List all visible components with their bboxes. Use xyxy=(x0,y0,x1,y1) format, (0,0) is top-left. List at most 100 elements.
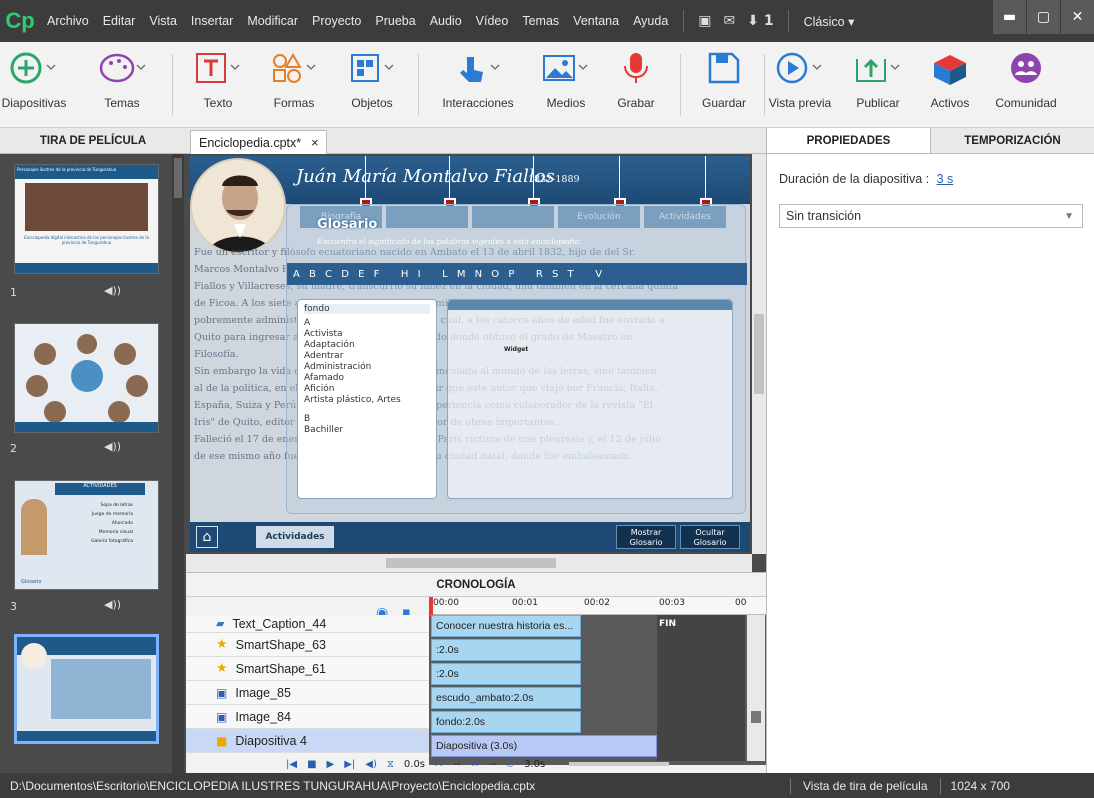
tab-propiedades[interactable]: PROPIEDADES xyxy=(767,128,931,153)
timeline-ruler[interactable]: 00:00 00:01 00:02 00:03 00 xyxy=(429,597,766,615)
activos-button[interactable]: Activos xyxy=(912,46,988,110)
objects-icon xyxy=(351,54,394,82)
glossary-search-input[interactable]: fondo xyxy=(304,304,430,314)
formas-button[interactable]: Formas xyxy=(256,46,332,110)
timeline-bar[interactable]: :2.0s xyxy=(431,639,581,661)
tab-temporizacion[interactable]: TEMPORIZACIÓN xyxy=(931,128,1094,153)
timeline-vscroll[interactable] xyxy=(747,615,765,761)
workspace-dropdown[interactable]: Clásico ▾ xyxy=(797,14,862,29)
timeline-row[interactable]: ★ SmartShape_63 xyxy=(186,633,429,657)
alphabet-bar[interactable]: A B C D E F H I L M N O P R S T V xyxy=(287,263,747,285)
window-controls: ▬ ▢ ✕ xyxy=(992,0,1094,34)
menu-video[interactable]: Vídeo xyxy=(469,14,516,28)
menu-audio[interactable]: Audio xyxy=(423,14,469,28)
timeline-row[interactable]: ▣ Image_85 xyxy=(186,681,429,705)
play-icon[interactable]: ▶ xyxy=(327,759,335,770)
mail-icon[interactable]: ✉ xyxy=(718,13,742,29)
audio-icon[interactable]: ◀) xyxy=(365,759,377,770)
audio-icon[interactable]: ◀)) xyxy=(104,598,121,611)
stage-vscroll[interactable] xyxy=(752,154,766,554)
temas-button[interactable]: Temas xyxy=(84,46,160,110)
maximize-icon[interactable]: ▢ xyxy=(1026,0,1060,34)
close-tab-icon[interactable]: × xyxy=(311,136,318,150)
glossary-list[interactable]: fondo A Activista Adaptación Adentrar Ad… xyxy=(297,299,437,499)
menu-vista[interactable]: Vista xyxy=(142,14,184,28)
diapositivas-button[interactable]: Diapositivas xyxy=(0,46,72,110)
interacciones-button[interactable]: Interacciones xyxy=(440,46,516,110)
filmstrip-scroll-thumb[interactable] xyxy=(174,158,182,198)
document-tab[interactable]: Enciclopedia.cptx* × xyxy=(190,130,328,154)
slide-thumb-2[interactable] xyxy=(14,323,159,433)
slide-thumb-4-selected[interactable] xyxy=(14,634,159,744)
duracion-value[interactable]: 3 s xyxy=(937,172,954,186)
menu-temas[interactable]: Temas xyxy=(515,14,566,28)
glossary-item[interactable]: Administración xyxy=(304,362,430,373)
slide-canvas[interactable]: Juán María Montalvo Fiallos 1832-1889 Bi… xyxy=(190,156,750,552)
menu-modificar[interactable]: Modificar xyxy=(240,14,305,28)
menu-insertar[interactable]: Insertar xyxy=(184,14,240,28)
playhead[interactable] xyxy=(429,597,433,617)
vista-previa-button[interactable]: Vista previa xyxy=(762,46,838,110)
texto-button[interactable]: Texto xyxy=(180,46,256,110)
glossary-item[interactable]: Artista plástico, Artes xyxy=(304,395,430,406)
glossary-item[interactable]: B xyxy=(304,414,430,425)
minimize-icon[interactable]: ▬ xyxy=(992,0,1026,34)
ocultar-glosario-button[interactable]: Ocultar Glosario xyxy=(680,525,740,549)
timeline-vscroll-thumb[interactable] xyxy=(751,711,761,723)
glossary-item[interactable]: Activista xyxy=(304,329,430,340)
audio-icon[interactable]: ◀)) xyxy=(104,284,121,297)
audio-icon[interactable]: ◀)) xyxy=(104,440,121,453)
publicar-button[interactable]: Publicar xyxy=(840,46,916,110)
actividades-button[interactable]: Actividades xyxy=(256,526,334,548)
rewind-icon[interactable]: |◀ xyxy=(286,759,297,770)
timeline-bar[interactable]: escudo_ambato:2.0s xyxy=(431,687,581,709)
close-icon[interactable]: ✕ xyxy=(1060,0,1094,34)
timeline-bar[interactable]: Conocer nuestra historia es... xyxy=(431,615,581,637)
timeline-bar[interactable]: fondo:2.0s xyxy=(431,711,581,733)
stage-hscroll-thumb[interactable] xyxy=(386,558,556,568)
download-icon[interactable]: ⬇ 1 xyxy=(741,13,779,29)
forward-icon[interactable]: ▶| xyxy=(344,759,355,770)
menu-ventana[interactable]: Ventana xyxy=(566,14,626,28)
timeline-row[interactable]: ★ SmartShape_61 xyxy=(186,657,429,681)
glossary-item[interactable]: A xyxy=(304,318,430,329)
activos-label: Activos xyxy=(930,96,970,110)
status-bar: D:\Documentos\Escritorio\ENCICLOPEDIA IL… xyxy=(0,773,1094,798)
timeline-row-selected[interactable]: ■ Diapositiva 4 xyxy=(186,729,429,753)
glossary-item[interactable]: Adaptación xyxy=(304,340,430,351)
thumb3-menu: Sopa de letras Juego de memoria Ahorcado… xyxy=(73,501,133,546)
timeline-row[interactable]: ▣ Image_84 xyxy=(186,705,429,729)
timeline-track-area[interactable]: 00:00 00:01 00:02 00:03 00 FIN Conocer n… xyxy=(429,597,766,765)
marker-line xyxy=(449,156,450,198)
menu-prueba[interactable]: Prueba xyxy=(368,14,422,28)
menu-proyecto[interactable]: Proyecto xyxy=(305,14,368,28)
comment-icon[interactable]: ▣ xyxy=(692,13,717,29)
timeline-bar[interactable]: :2.0s xyxy=(431,663,581,685)
glossary-item[interactable]: Bachiller xyxy=(304,425,430,436)
home-icon[interactable]: ⌂ xyxy=(196,526,218,548)
zoom-slider[interactable] xyxy=(569,762,670,766)
filmstrip-scrollbar[interactable] xyxy=(172,154,184,773)
stop-icon[interactable]: ■ xyxy=(307,759,316,770)
toolbar-separator xyxy=(418,54,419,116)
comunidad-button[interactable]: Comunidad xyxy=(988,46,1064,110)
stage-hscroll[interactable] xyxy=(186,554,752,572)
slide-thumb-1[interactable]: Personajes ilustres de la provincia de T… xyxy=(14,164,159,274)
mostrar-glosario-button[interactable]: Mostrar Glosario xyxy=(616,525,676,549)
stage-vscroll-thumb[interactable] xyxy=(754,314,764,394)
menu-editar[interactable]: Editar xyxy=(96,14,143,28)
timeline-row[interactable]: ▰ Text_Caption_44 xyxy=(186,615,429,633)
timeline-bar[interactable]: Diapositiva (3.0s) xyxy=(431,735,657,757)
guardar-button[interactable]: Guardar xyxy=(686,46,762,110)
grabar-button[interactable]: Grabar xyxy=(598,46,674,110)
transition-select[interactable]: Sin transición ▼ xyxy=(779,204,1083,228)
objetos-button[interactable]: Objetos xyxy=(334,46,410,110)
glossary-item[interactable]: Afición xyxy=(304,384,430,395)
timeline-end-region xyxy=(657,615,745,761)
glossary-item[interactable]: Afamado xyxy=(304,373,430,384)
menu-ayuda[interactable]: Ayuda xyxy=(626,14,675,28)
glossary-item[interactable]: Adentrar xyxy=(304,351,430,362)
menu-archivo[interactable]: Archivo xyxy=(40,14,96,28)
medios-button[interactable]: Medios xyxy=(528,46,604,110)
slide-thumb-3[interactable]: ACTIVIDADES Sopa de letras Juego de memo… xyxy=(14,480,159,590)
